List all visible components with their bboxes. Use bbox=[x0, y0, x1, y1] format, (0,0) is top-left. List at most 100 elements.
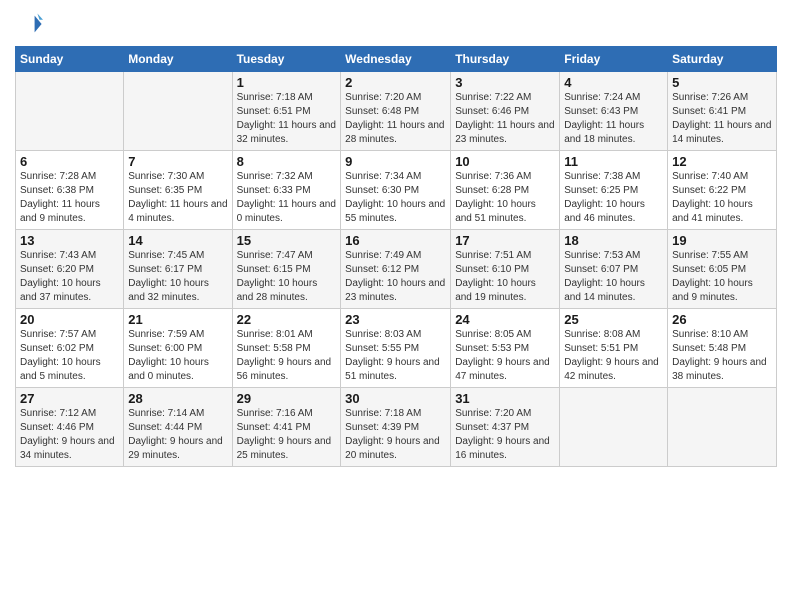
calendar-cell: 22Sunrise: 8:01 AM Sunset: 5:58 PM Dayli… bbox=[232, 309, 341, 388]
day-number: 23 bbox=[345, 312, 446, 327]
column-header-thursday: Thursday bbox=[451, 47, 560, 72]
calendar-cell: 30Sunrise: 7:18 AM Sunset: 4:39 PM Dayli… bbox=[341, 388, 451, 467]
column-header-wednesday: Wednesday bbox=[341, 47, 451, 72]
day-info: Sunrise: 7:51 AM Sunset: 6:10 PM Dayligh… bbox=[455, 249, 555, 305]
calendar-cell: 19Sunrise: 7:55 AM Sunset: 6:05 PM Dayli… bbox=[668, 230, 777, 309]
day-info: Sunrise: 7:26 AM Sunset: 6:41 PM Dayligh… bbox=[672, 91, 772, 147]
day-info: Sunrise: 7:49 AM Sunset: 6:12 PM Dayligh… bbox=[345, 249, 446, 305]
calendar-cell: 6Sunrise: 7:28 AM Sunset: 6:38 PM Daylig… bbox=[16, 151, 124, 230]
day-info: Sunrise: 7:16 AM Sunset: 4:41 PM Dayligh… bbox=[237, 407, 337, 463]
day-number: 18 bbox=[564, 233, 663, 248]
calendar-cell: 18Sunrise: 7:53 AM Sunset: 6:07 PM Dayli… bbox=[560, 230, 668, 309]
day-info: Sunrise: 7:22 AM Sunset: 6:46 PM Dayligh… bbox=[455, 91, 555, 147]
day-info: Sunrise: 7:55 AM Sunset: 6:05 PM Dayligh… bbox=[672, 249, 772, 305]
day-number: 9 bbox=[345, 154, 446, 169]
column-header-friday: Friday bbox=[560, 47, 668, 72]
calendar-cell: 14Sunrise: 7:45 AM Sunset: 6:17 PM Dayli… bbox=[124, 230, 232, 309]
day-info: Sunrise: 7:20 AM Sunset: 6:48 PM Dayligh… bbox=[345, 91, 446, 147]
day-info: Sunrise: 7:14 AM Sunset: 4:44 PM Dayligh… bbox=[128, 407, 227, 463]
day-info: Sunrise: 7:43 AM Sunset: 6:20 PM Dayligh… bbox=[20, 249, 119, 305]
day-number: 21 bbox=[128, 312, 227, 327]
calendar-cell: 21Sunrise: 7:59 AM Sunset: 6:00 PM Dayli… bbox=[124, 309, 232, 388]
calendar-cell: 9Sunrise: 7:34 AM Sunset: 6:30 PM Daylig… bbox=[341, 151, 451, 230]
day-number: 11 bbox=[564, 154, 663, 169]
calendar-cell: 7Sunrise: 7:30 AM Sunset: 6:35 PM Daylig… bbox=[124, 151, 232, 230]
day-info: Sunrise: 7:32 AM Sunset: 6:33 PM Dayligh… bbox=[237, 170, 337, 226]
column-header-tuesday: Tuesday bbox=[232, 47, 341, 72]
day-number: 15 bbox=[237, 233, 337, 248]
day-info: Sunrise: 7:12 AM Sunset: 4:46 PM Dayligh… bbox=[20, 407, 119, 463]
day-info: Sunrise: 7:38 AM Sunset: 6:25 PM Dayligh… bbox=[564, 170, 663, 226]
week-row-2: 6Sunrise: 7:28 AM Sunset: 6:38 PM Daylig… bbox=[16, 151, 777, 230]
day-number: 1 bbox=[237, 75, 337, 90]
day-number: 17 bbox=[455, 233, 555, 248]
day-number: 24 bbox=[455, 312, 555, 327]
day-info: Sunrise: 7:45 AM Sunset: 6:17 PM Dayligh… bbox=[128, 249, 227, 305]
day-info: Sunrise: 7:24 AM Sunset: 6:43 PM Dayligh… bbox=[564, 91, 663, 147]
header bbox=[15, 10, 777, 38]
week-row-1: 1Sunrise: 7:18 AM Sunset: 6:51 PM Daylig… bbox=[16, 72, 777, 151]
calendar-cell bbox=[16, 72, 124, 151]
calendar-cell: 25Sunrise: 8:08 AM Sunset: 5:51 PM Dayli… bbox=[560, 309, 668, 388]
week-row-3: 13Sunrise: 7:43 AM Sunset: 6:20 PM Dayli… bbox=[16, 230, 777, 309]
day-number: 8 bbox=[237, 154, 337, 169]
day-number: 6 bbox=[20, 154, 119, 169]
day-info: Sunrise: 8:01 AM Sunset: 5:58 PM Dayligh… bbox=[237, 328, 337, 384]
calendar-cell: 17Sunrise: 7:51 AM Sunset: 6:10 PM Dayli… bbox=[451, 230, 560, 309]
day-number: 27 bbox=[20, 391, 119, 406]
calendar-cell: 8Sunrise: 7:32 AM Sunset: 6:33 PM Daylig… bbox=[232, 151, 341, 230]
calendar-cell: 11Sunrise: 7:38 AM Sunset: 6:25 PM Dayli… bbox=[560, 151, 668, 230]
day-number: 12 bbox=[672, 154, 772, 169]
page-container: SundayMondayTuesdayWednesdayThursdayFrid… bbox=[0, 0, 792, 472]
day-number: 20 bbox=[20, 312, 119, 327]
day-number: 30 bbox=[345, 391, 446, 406]
calendar-cell: 29Sunrise: 7:16 AM Sunset: 4:41 PM Dayli… bbox=[232, 388, 341, 467]
calendar-cell: 24Sunrise: 8:05 AM Sunset: 5:53 PM Dayli… bbox=[451, 309, 560, 388]
day-number: 13 bbox=[20, 233, 119, 248]
column-header-saturday: Saturday bbox=[668, 47, 777, 72]
calendar-cell bbox=[124, 72, 232, 151]
calendar-cell: 15Sunrise: 7:47 AM Sunset: 6:15 PM Dayli… bbox=[232, 230, 341, 309]
day-number: 2 bbox=[345, 75, 446, 90]
day-number: 19 bbox=[672, 233, 772, 248]
calendar-cell: 28Sunrise: 7:14 AM Sunset: 4:44 PM Dayli… bbox=[124, 388, 232, 467]
header-row: SundayMondayTuesdayWednesdayThursdayFrid… bbox=[16, 47, 777, 72]
calendar-cell: 4Sunrise: 7:24 AM Sunset: 6:43 PM Daylig… bbox=[560, 72, 668, 151]
day-number: 16 bbox=[345, 233, 446, 248]
day-info: Sunrise: 7:40 AM Sunset: 6:22 PM Dayligh… bbox=[672, 170, 772, 226]
logo-icon bbox=[15, 10, 43, 38]
calendar-cell: 12Sunrise: 7:40 AM Sunset: 6:22 PM Dayli… bbox=[668, 151, 777, 230]
calendar-cell: 3Sunrise: 7:22 AM Sunset: 6:46 PM Daylig… bbox=[451, 72, 560, 151]
column-header-sunday: Sunday bbox=[16, 47, 124, 72]
day-info: Sunrise: 8:08 AM Sunset: 5:51 PM Dayligh… bbox=[564, 328, 663, 384]
day-info: Sunrise: 7:59 AM Sunset: 6:00 PM Dayligh… bbox=[128, 328, 227, 384]
day-info: Sunrise: 7:18 AM Sunset: 4:39 PM Dayligh… bbox=[345, 407, 446, 463]
calendar-cell: 26Sunrise: 8:10 AM Sunset: 5:48 PM Dayli… bbox=[668, 309, 777, 388]
calendar-cell: 5Sunrise: 7:26 AM Sunset: 6:41 PM Daylig… bbox=[668, 72, 777, 151]
day-info: Sunrise: 7:28 AM Sunset: 6:38 PM Dayligh… bbox=[20, 170, 119, 226]
calendar-cell: 20Sunrise: 7:57 AM Sunset: 6:02 PM Dayli… bbox=[16, 309, 124, 388]
day-info: Sunrise: 8:05 AM Sunset: 5:53 PM Dayligh… bbox=[455, 328, 555, 384]
day-info: Sunrise: 7:36 AM Sunset: 6:28 PM Dayligh… bbox=[455, 170, 555, 226]
day-number: 25 bbox=[564, 312, 663, 327]
day-number: 26 bbox=[672, 312, 772, 327]
calendar-cell: 27Sunrise: 7:12 AM Sunset: 4:46 PM Dayli… bbox=[16, 388, 124, 467]
day-info: Sunrise: 7:47 AM Sunset: 6:15 PM Dayligh… bbox=[237, 249, 337, 305]
day-number: 31 bbox=[455, 391, 555, 406]
day-number: 3 bbox=[455, 75, 555, 90]
day-info: Sunrise: 7:53 AM Sunset: 6:07 PM Dayligh… bbox=[564, 249, 663, 305]
calendar-cell: 16Sunrise: 7:49 AM Sunset: 6:12 PM Dayli… bbox=[341, 230, 451, 309]
calendar-cell: 10Sunrise: 7:36 AM Sunset: 6:28 PM Dayli… bbox=[451, 151, 560, 230]
day-number: 22 bbox=[237, 312, 337, 327]
day-info: Sunrise: 7:57 AM Sunset: 6:02 PM Dayligh… bbox=[20, 328, 119, 384]
day-number: 4 bbox=[564, 75, 663, 90]
week-row-4: 20Sunrise: 7:57 AM Sunset: 6:02 PM Dayli… bbox=[16, 309, 777, 388]
day-number: 5 bbox=[672, 75, 772, 90]
calendar-cell bbox=[560, 388, 668, 467]
day-info: Sunrise: 7:30 AM Sunset: 6:35 PM Dayligh… bbox=[128, 170, 227, 226]
week-row-5: 27Sunrise: 7:12 AM Sunset: 4:46 PM Dayli… bbox=[16, 388, 777, 467]
day-number: 29 bbox=[237, 391, 337, 406]
logo bbox=[15, 10, 46, 38]
day-info: Sunrise: 7:20 AM Sunset: 4:37 PM Dayligh… bbox=[455, 407, 555, 463]
calendar-cell: 2Sunrise: 7:20 AM Sunset: 6:48 PM Daylig… bbox=[341, 72, 451, 151]
